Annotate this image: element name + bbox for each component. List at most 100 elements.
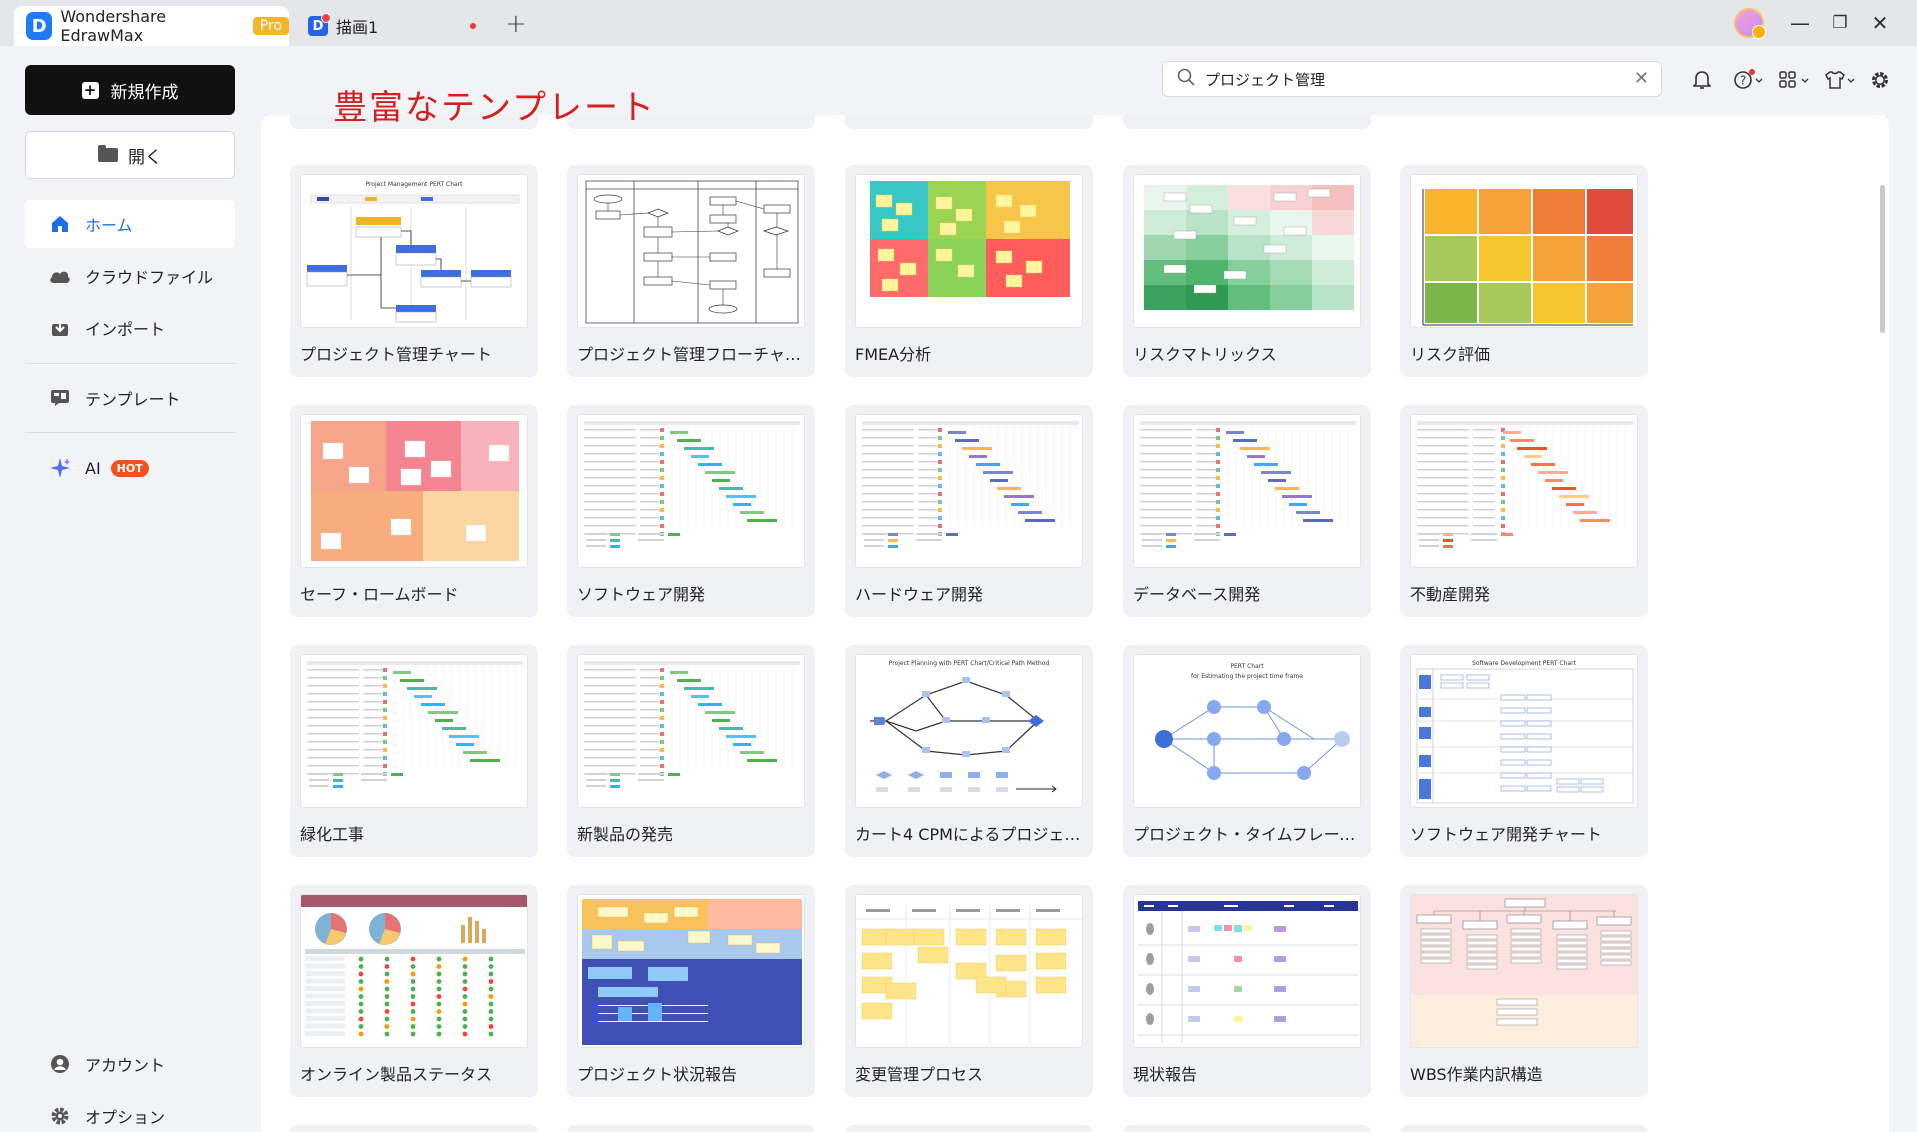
template-card-label: FMEA分析 [855,345,932,364]
search-input[interactable] [1205,70,1605,88]
gantt-chart-thumbnail [307,661,523,788]
template-card[interactable]: 不動産開発 [1400,405,1648,617]
template-card-partial[interactable] [845,1125,1093,1132]
template-thumbnail [300,654,528,808]
template-card[interactable]: WBS作業内訳構造 [1400,885,1648,1097]
template-card[interactable]: 新製品の発売 [567,645,815,857]
template-gallery: Project Management PERT Chart プロジェクト管理チャ… [261,115,1889,1132]
gantt-chart-thumbnail [584,421,800,548]
template-thumbnail [1133,894,1361,1048]
template-card[interactable]: Project Planning with PERT Chart/Critica… [845,645,1093,857]
template-card[interactable]: プロジェクト管理フローチャート [567,165,815,377]
template-card[interactable]: PERT Chart for Estimating the project ti… [1123,645,1371,857]
settings-gear-icon[interactable] [1868,68,1892,92]
template-card-label: リスクマトリックス [1133,345,1277,364]
template-card[interactable]: オンライン製品ステータス [290,885,538,1097]
template-thumbnail [577,414,805,568]
template-card-label: セーフ・ロームボード [300,585,459,604]
template-card[interactable]: リスクマトリックス [1123,165,1371,377]
template-card[interactable]: リスク評価 [1400,165,1648,377]
user-avatar[interactable] [1734,8,1766,39]
sidebar-item-options[interactable]: オプション [25,1092,235,1132]
sidebar-item-label: オプション [85,1108,166,1127]
template-thumbnail [300,414,528,568]
sidebar-item-account[interactable]: アカウント [25,1040,235,1088]
new-document-button[interactable]: + 新規作成 [25,65,235,115]
software-pert-thumbnail [1416,668,1634,804]
template-thumbnail [577,894,805,1048]
template-thumbnail [1133,174,1361,328]
sidebar-item-label: クラウドファイル [85,268,214,287]
clear-search-icon[interactable]: ✕ [1634,68,1649,89]
fmea-thumbnail [870,181,1070,297]
template-card[interactable]: ハードウェア開発 [845,405,1093,617]
template-card-partial[interactable] [1400,1125,1648,1132]
template-thumbnail [1410,174,1638,328]
folder-icon [98,145,118,162]
template-card-label: プロジェクト管理チャート [300,345,492,364]
template-card[interactable]: Project Management PERT Chart プロジェクト管理チャ… [290,165,538,377]
sidebar-item-cloud-files[interactable]: クラウドファイル [25,252,235,300]
app-name: Wondershare EdrawMax [60,7,167,45]
template-card[interactable]: FMEA分析 [845,165,1093,377]
title-bar: D Wondershare EdrawMax Pro D 描画1 + — ❐ ✕ [0,0,1917,46]
plus-icon: + [81,81,99,99]
gantt-chart-thumbnail [1140,421,1356,548]
template-thumbnail [1410,894,1638,1048]
edrawmax-logo-icon: D [26,12,53,40]
restore-button[interactable]: ❐ [1826,9,1854,37]
sidebar-item-home[interactable]: ホーム [25,200,235,248]
template-card-label: プロジェクト・タイムフレーム... [1133,825,1363,844]
template-card-partial[interactable] [1123,1125,1371,1132]
template-thumbnail [577,654,805,808]
template-card[interactable]: Software Development PERT Chart ソフトウェア開発… [1400,645,1648,857]
template-thumbnail: Software Development PERT Chart [1410,654,1638,808]
sidebar-item-templates[interactable]: テンプレート [25,374,235,422]
template-card-partial[interactable] [567,1125,815,1132]
template-card-label: オンライン製品ステータス [300,1065,493,1084]
template-card[interactable]: データベース開発 [1123,405,1371,617]
template-card[interactable]: プロジェクト状況報告 [567,885,815,1097]
theme-shirt-icon[interactable] [1824,68,1856,92]
help-icon[interactable]: ? [1733,68,1763,92]
open-file-label: 開く [128,147,162,168]
template-card-label: ソフトウェア開発 [577,585,706,604]
apps-grid-icon[interactable] [1778,68,1810,92]
template-card-partial[interactable] [290,1125,538,1132]
sidebar-item-label: アカウント [85,1056,166,1075]
document-tab-label: 描画1 [336,18,379,37]
minimize-button[interactable]: — [1786,9,1814,37]
status-report-thumbnail [1138,901,1358,1043]
gantt-chart-thumbnail [584,661,800,788]
template-card-partial[interactable] [1123,115,1371,129]
template-card-label: 変更管理プロセス [855,1065,984,1084]
template-search-box[interactable]: ✕ [1162,61,1662,97]
new-document-label: 新規作成 [110,82,179,103]
status-dashboard-thumbnail [301,895,527,1037]
template-card-partial[interactable] [845,115,1093,129]
template-card-label: プロジェクト管理フローチャート [577,345,807,364]
new-tab-button[interactable]: + [505,9,527,39]
template-card[interactable]: 緑化工事 [290,645,538,857]
template-card-label: データベース開発 [1133,585,1261,604]
wbs-thumbnail [1411,895,1637,1047]
gantt-chart-thumbnail [862,421,1078,548]
document-icon: D [308,13,331,36]
template-card[interactable]: 変更管理プロセス [845,885,1093,1097]
open-file-button[interactable]: 開く [25,131,235,179]
import-icon [49,317,71,339]
template-thumbnail [855,174,1083,328]
template-thumbnail: PERT Chart for Estimating the project ti… [1133,654,1361,808]
template-card-label: リスク評価 [1410,345,1491,364]
template-card[interactable]: 現状報告 [1123,885,1371,1097]
gear-icon [49,1105,71,1127]
sidebar-item-ai[interactable]: AI HOT [25,444,235,492]
close-window-button[interactable]: ✕ [1866,9,1894,37]
document-tab[interactable]: D 描画1 [300,6,490,46]
template-card[interactable]: ソフトウェア開発 [567,405,815,617]
gallery-scrollbar[interactable] [1880,185,1885,333]
template-card[interactable]: セーフ・ロームボード [290,405,538,617]
app-tab[interactable]: D Wondershare EdrawMax Pro [14,6,289,46]
notification-bell-icon[interactable] [1690,68,1714,92]
sidebar-item-import[interactable]: インポート [25,304,235,352]
